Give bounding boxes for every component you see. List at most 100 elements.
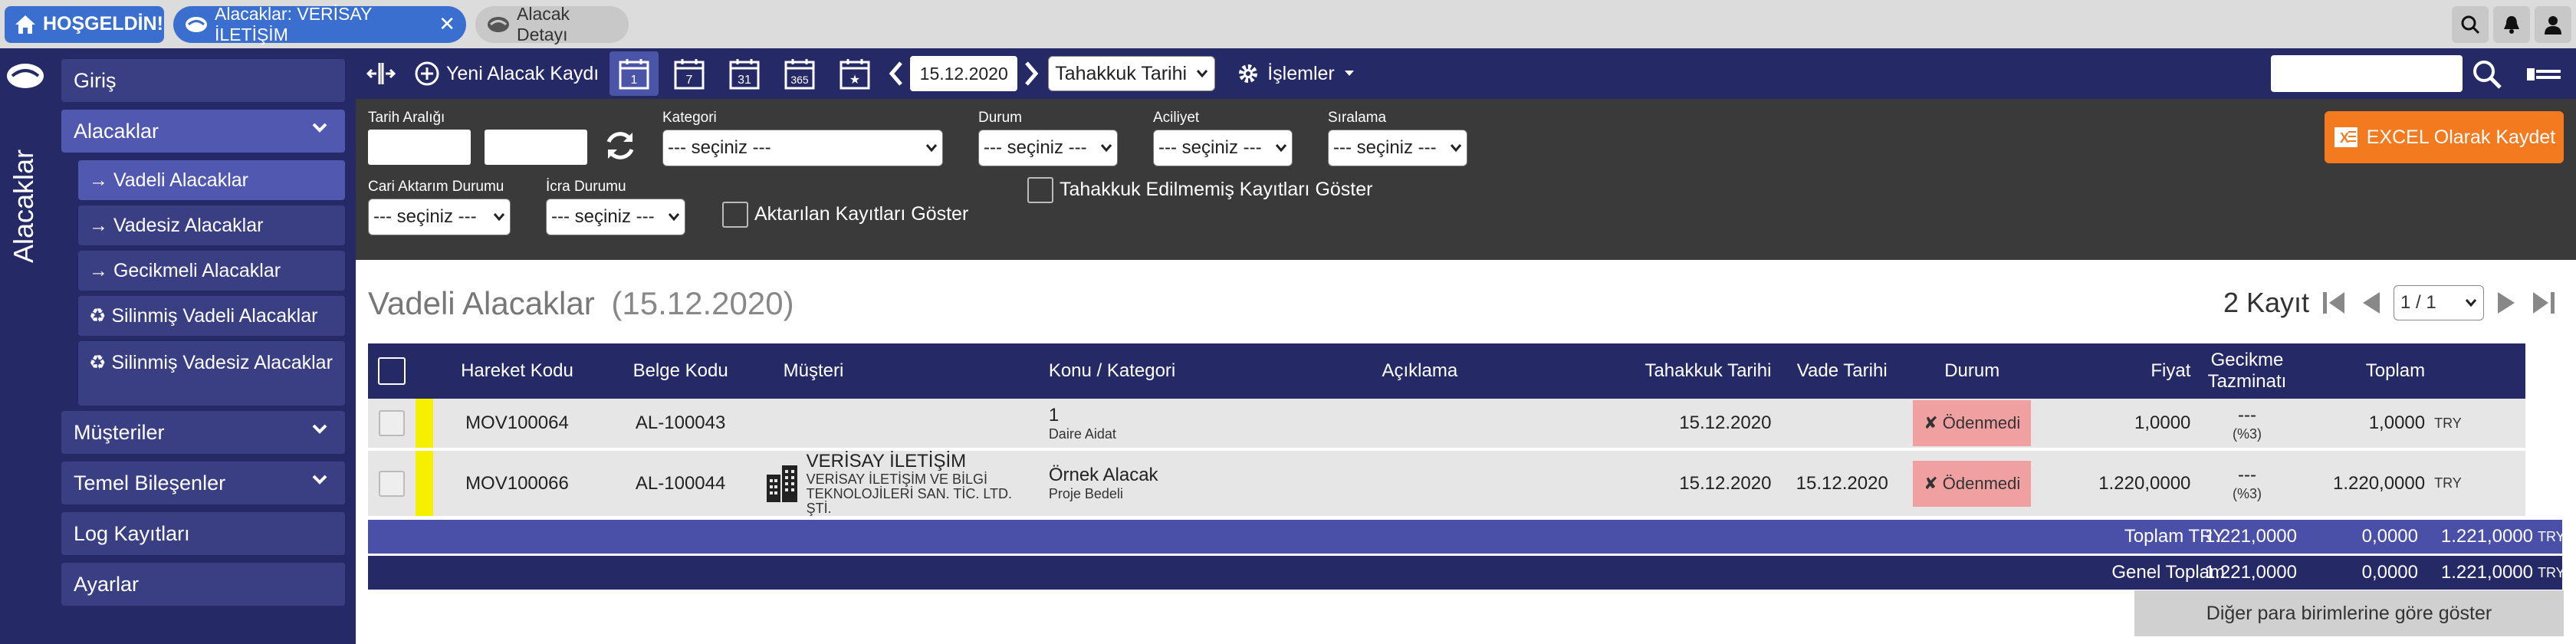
chevron-left-icon — [889, 61, 904, 87]
col-vade-tarihi[interactable]: Vade Tarihi — [1776, 343, 1909, 399]
search-icon[interactable] — [2472, 59, 2502, 90]
col-tahakkuk-tarihi[interactable]: Tahakkuk Tarihi — [1608, 343, 1776, 399]
calendar-year-button[interactable]: 365 — [775, 51, 824, 96]
icra-select[interactable]: --- seçiniz --- — [546, 199, 685, 235]
next-date-button[interactable] — [1017, 48, 1045, 99]
last-page-icon[interactable] — [2530, 289, 2558, 317]
calendar-week-button[interactable]: 7 — [665, 51, 714, 96]
icra-label: İcra Durumu — [546, 179, 626, 195]
filter-panel: Tarih Aralığı Kategori --- seçiniz --- D… — [356, 99, 2576, 260]
home-tab[interactable]: HOŞGELDİN! — [5, 5, 164, 43]
first-page-icon[interactable] — [2320, 289, 2348, 317]
kategori-text: Daire Aidat — [1048, 426, 1116, 442]
musteri-name: VERİSAY İLETİŞİM — [806, 451, 967, 472]
table-row[interactable]: MOV100066 AL-100044 VERİSAY İLETİŞİM VER… — [368, 449, 2525, 519]
collapse-sidebar-button[interactable] — [356, 48, 406, 99]
module-title: Alacaklar — [8, 149, 39, 263]
table-row[interactable]: MOV100064 AL-100043 1 Daire Aidat 15.12.2… — [368, 399, 2525, 451]
filter-toggle-icon[interactable] — [2525, 64, 2562, 85]
home-icon — [14, 14, 37, 35]
col-fiyat[interactable]: Fiyat — [2036, 343, 2196, 399]
durum-cell: ✘ Ödenmedi — [1908, 449, 2036, 519]
refresh-icon[interactable] — [603, 128, 638, 163]
sidebar-subitem-silinmis-vadesiz[interactable]: ♻ Silinmiş Vadesiz Alacaklar — [78, 341, 345, 406]
sidebar-subitem-gecikmeli[interactable]: → Gecikmeli Alacaklar — [78, 251, 345, 291]
calendar-star-button[interactable]: ★ — [830, 51, 879, 96]
col-musteri[interactable]: Müşteri — [760, 343, 1044, 399]
col-durum[interactable]: Durum — [1908, 343, 2036, 399]
durum-select[interactable]: --- seçiniz --- — [978, 130, 1118, 166]
user-icon[interactable] — [2535, 5, 2571, 43]
calendar-day-button[interactable]: 1 — [610, 51, 659, 96]
col-konu-kategori[interactable]: Konu / Kategori — [1043, 343, 1378, 399]
date-type-select[interactable]: Tahakkuk Tarihi — [1048, 56, 1216, 91]
module-rail: Alacaklar — [0, 48, 51, 644]
cari-aktarim-select[interactable]: --- seçiniz --- — [368, 199, 511, 235]
sidebar-item-giris[interactable]: Giriş — [61, 59, 345, 102]
aciliyet-select[interactable]: --- seçiniz --- — [1153, 130, 1293, 166]
aciliyet-value: --- seçiniz --- — [1158, 137, 1262, 158]
row-flag — [416, 449, 434, 519]
record-count: 2 Kayıt — [2223, 287, 2309, 318]
sidebar-item-log-kayitlari[interactable]: Log Kayıtları — [61, 512, 345, 555]
sidebar-item-musteriler[interactable]: Müşteriler — [61, 411, 345, 454]
bell-icon[interactable] — [2493, 5, 2530, 43]
tahakkuk-edilmemis-label: Tahakkuk Edilmemiş Kayıtları Göster — [1060, 179, 1373, 200]
col-aciklama[interactable]: Açıklama — [1377, 343, 1609, 399]
konu-text: Örnek Alacak — [1048, 465, 1158, 485]
sidebar-subitem-vadeli[interactable]: → Vadeli Alacaklar — [78, 160, 345, 200]
date-range-start-input[interactable] — [368, 130, 471, 165]
konu-kategori-cell: 1 Daire Aidat — [1043, 399, 1378, 451]
tahakkuk-edilmemis-checkbox[interactable] — [1027, 177, 1053, 203]
aktarilan-checkbox[interactable] — [722, 202, 748, 228]
excel-export-button[interactable]: X EXCEL Olarak Kaydet — [2325, 111, 2564, 163]
date-range-end-input[interactable] — [485, 130, 587, 165]
tab-alacak-detayi[interactable]: Alacak Detayı — [475, 4, 629, 44]
actions-menu-button[interactable]: İşlemler — [1229, 48, 1362, 99]
tab-alacaklar[interactable]: Alacaklar: VERİSAY İLETİŞİM ✕ — [173, 3, 466, 44]
col-toplam[interactable]: Toplam — [2298, 343, 2430, 399]
other-currencies-button[interactable]: Diğer para birimlerine göre göster — [2134, 590, 2564, 636]
sidebar-subitem-silinmis-vadeli[interactable]: ♻ Silinmiş Vadeli Alacaklar — [78, 296, 345, 336]
sidebar-item-label: Ayarlar — [74, 572, 140, 596]
page-title: Vadeli Alacaklar (15.12.2020) — [368, 285, 794, 322]
calendar-label: 1 — [631, 74, 638, 87]
prev-page-icon[interactable] — [2358, 289, 2383, 317]
chevron-down-icon — [311, 474, 328, 486]
col-belge-kodu[interactable]: Belge Kodu — [600, 343, 761, 399]
svg-text:X: X — [2340, 130, 2349, 146]
next-page-icon[interactable] — [2495, 289, 2519, 317]
kategori-text: Proje Bedeli — [1048, 486, 1123, 501]
row-checkbox[interactable] — [379, 470, 406, 497]
calendar-month-button[interactable]: 31 — [720, 51, 769, 96]
vade-tarihi-cell: 15.12.2020 — [1776, 449, 1909, 519]
konu-kategori-cell: Örnek Alacak Proje Bedeli — [1043, 449, 1378, 519]
col-hareket-kodu[interactable]: Hareket Kodu — [433, 343, 601, 399]
chevron-down-icon — [311, 423, 328, 435]
sidebar-subitem-vadesiz[interactable]: → Vadesiz Alacaklar — [78, 205, 345, 245]
kategori-select[interactable]: --- seçiniz --- — [662, 130, 943, 166]
page-select[interactable]: 1 / 1 — [2394, 285, 2484, 320]
col-gecikme-tazminati[interactable]: Gecikme Tazminatı — [2195, 343, 2299, 399]
tab-label: Alacaklar: VERİSAY İLETİŞİM — [215, 3, 372, 44]
sidebar-item-alacaklar[interactable]: Alacaklar — [61, 110, 345, 153]
chevron-down-icon — [1100, 143, 1112, 153]
musteri-cell: VERİSAY İLETİŞİM VERİSAY İLETİŞİM VE BİL… — [760, 449, 1044, 519]
search-icon[interactable] — [2452, 5, 2489, 43]
grand-total-gecikme: 0,0000 — [2361, 562, 2418, 583]
sidebar-item-ayarlar[interactable]: Ayarlar — [61, 563, 345, 606]
select-all-checkbox[interactable] — [378, 357, 406, 385]
date-input[interactable]: 15.12.2020 — [910, 56, 1018, 91]
toolbar-search-input[interactable] — [2271, 55, 2463, 92]
icra-value: --- seçiniz --- — [551, 206, 655, 227]
new-receivable-button[interactable]: Yeni Alacak Kaydı — [406, 48, 606, 99]
sidebar-item-label: Alacaklar — [74, 119, 159, 143]
prev-date-button[interactable] — [882, 48, 910, 99]
row-checkbox[interactable] — [379, 410, 406, 436]
siralama-select[interactable]: --- seçiniz --- — [1328, 130, 1467, 166]
building-icon — [765, 464, 799, 504]
sidebar-item-temel-bilesenler[interactable]: Temel Bileşenler — [61, 462, 345, 504]
calendar-label: ★ — [849, 72, 860, 87]
close-icon[interactable]: ✕ — [439, 12, 455, 36]
sidebar-item-label: Müşteriler — [74, 420, 165, 444]
